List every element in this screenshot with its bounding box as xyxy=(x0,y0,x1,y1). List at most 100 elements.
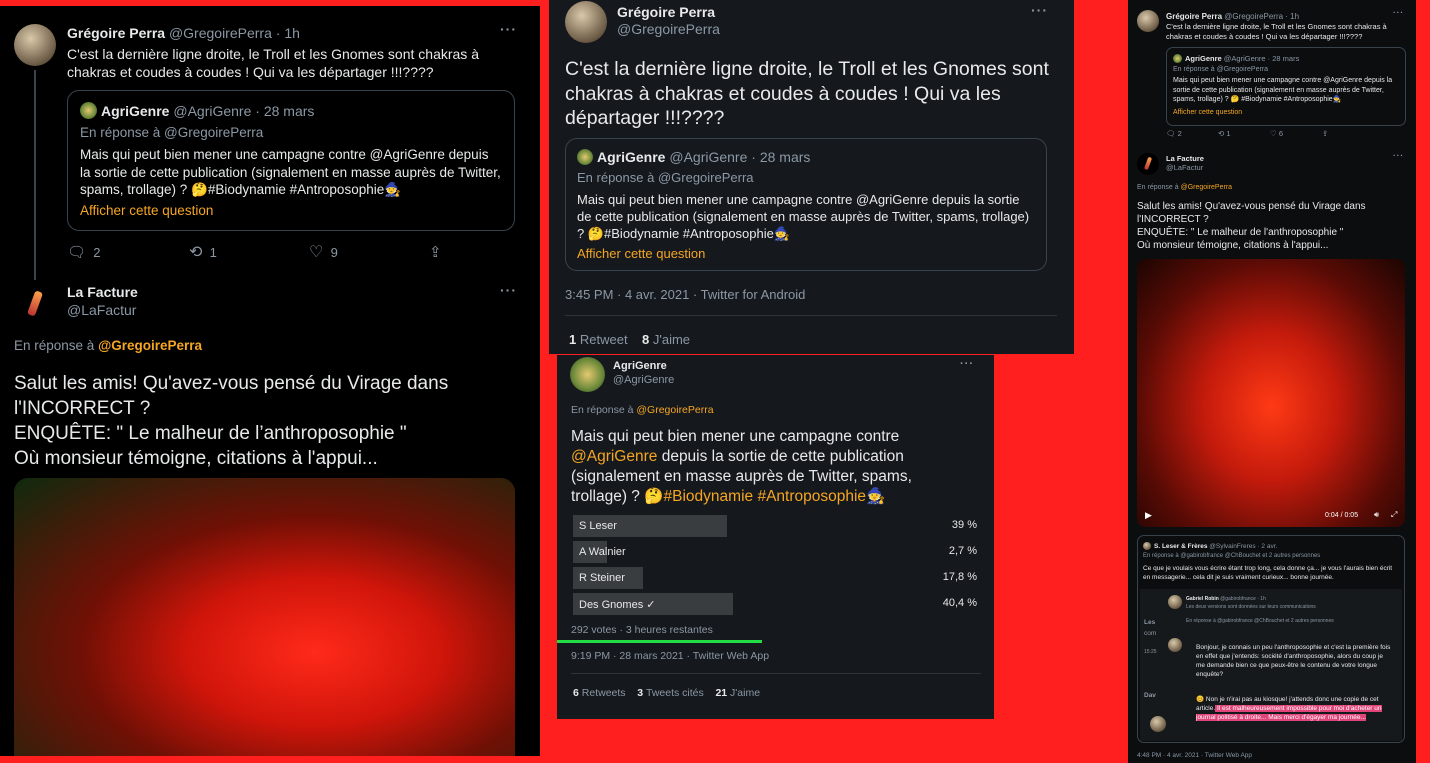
poll-option-label: Des Gnomes ✓ xyxy=(579,598,656,611)
author-name[interactable]: AgriGenre xyxy=(613,360,667,372)
reply-context: En réponse à @GregoirePerra xyxy=(1137,184,1232,191)
divider xyxy=(571,673,981,674)
retweet-button[interactable]: ⟲ 1 xyxy=(189,242,309,262)
author-name[interactable]: Grégoire Perra xyxy=(617,4,715,20)
avatar[interactable] xyxy=(565,1,607,43)
poll-option-percent: 40,4 % xyxy=(942,597,977,609)
tweet-panel-top-middle: Grégoire Perra @GregoirePerra ··· C'est … xyxy=(549,0,1074,354)
play-icon[interactable]: ▶ xyxy=(1145,510,1152,521)
retweet-button[interactable]: ⟲ 1 xyxy=(1218,129,1270,138)
reply-context: En réponse à @GregoirePerra xyxy=(577,170,754,185)
like-button[interactable]: ♡ 9 xyxy=(309,242,429,262)
poll-option: Des Gnomes ✓ 40,4 % xyxy=(573,593,977,615)
quoted-tweet[interactable]: AgriGenre @AgriGenre · 28 mars En répons… xyxy=(565,138,1047,271)
author-handle[interactable]: @GregoirePerra · 1h xyxy=(1224,12,1299,21)
reply-button[interactable]: 🗨︎ 2 xyxy=(1166,129,1218,138)
author-name[interactable]: La Facture xyxy=(1166,154,1204,163)
tweet-text: Salut les amis! Qu'avez-vous pensé du Vi… xyxy=(14,373,449,469)
hashtag-links[interactable]: #Biodynamie #Antroposophie xyxy=(664,488,867,505)
more-icon[interactable]: ··· xyxy=(500,282,517,298)
avatar[interactable] xyxy=(570,357,605,392)
avatar[interactable] xyxy=(14,283,56,325)
show-question-link[interactable]: Afficher cette question xyxy=(1173,109,1242,116)
fullscreen-icon[interactable]: ⤢ xyxy=(1391,510,1397,520)
retweet-label[interactable]: Retweet xyxy=(580,332,628,347)
author-handle[interactable]: @LaFactur xyxy=(1166,163,1203,172)
reply-mention[interactable]: @GregoirePerra xyxy=(98,338,202,353)
inner-handle: @gabirobfrance · 1h xyxy=(1220,596,1266,602)
show-question-link[interactable]: Afficher cette question xyxy=(80,203,213,218)
like-label[interactable]: J'aime xyxy=(730,687,760,699)
reply-count: 2 xyxy=(93,244,101,260)
more-icon[interactable]: ··· xyxy=(1393,151,1404,160)
reply-context: En réponse à @GregoirePerra xyxy=(80,125,264,140)
avatar[interactable] xyxy=(1137,153,1159,175)
retweet-count[interactable]: 1 xyxy=(569,332,576,347)
reply-count: 2 xyxy=(1177,129,1182,138)
poll-bar: Des Gnomes ✓ xyxy=(573,593,733,615)
volume-icon[interactable]: 🔊︎ xyxy=(1374,510,1379,520)
avatar[interactable] xyxy=(1137,10,1159,32)
inner-text-2: 😊 Non je n'irai pas au kiosque! j'attend… xyxy=(1196,695,1392,722)
quote-text: Mais qui peut bien mener une campagne co… xyxy=(80,147,501,197)
mention-link[interactable]: @AgriGenre xyxy=(571,448,657,465)
author-handle[interactable]: @AgriGenre xyxy=(613,374,674,386)
reply-button[interactable]: 🗨︎ 2 xyxy=(67,243,189,261)
heart-icon: ♡ xyxy=(309,244,324,261)
reply-context: En réponse à @GregoirePerra xyxy=(1173,66,1269,73)
avatar xyxy=(1143,542,1151,550)
quote-author: AgriGenre xyxy=(101,102,170,119)
retweet-label[interactable]: Retweets xyxy=(582,687,626,699)
author-name[interactable]: Grégoire Perra xyxy=(1166,12,1222,21)
author-handle[interactable]: @GregoirePerra xyxy=(617,21,720,37)
avatar xyxy=(1173,54,1182,63)
more-icon[interactable]: ··· xyxy=(1393,8,1404,17)
wizard-emoji: 🧙 xyxy=(866,488,886,505)
quote-time: · 28 mars xyxy=(751,149,811,165)
tweet-actions: 🗨︎ 2 ⟲ 1 ♡ 6 ⇪ xyxy=(1166,129,1366,138)
tweet-text-part: Mais qui peut bien mener une campagne co… xyxy=(571,428,900,445)
quote-count[interactable]: 3 xyxy=(637,687,643,699)
video-thumbnail[interactable] xyxy=(14,478,515,756)
tweet-stats: 6 Retweets 3 Tweets cités 21 J'aime xyxy=(573,687,760,699)
more-icon[interactable]: ··· xyxy=(500,21,517,37)
like-button[interactable]: ♡ 6 xyxy=(1270,129,1322,138)
retweet-icon: ⟲ xyxy=(189,244,203,261)
divider xyxy=(565,315,1057,316)
reply-mention[interactable]: @GregoirePerra xyxy=(636,404,713,416)
tweet-text: C'est la dernière ligne droite, le Troll… xyxy=(67,46,479,80)
author-name[interactable]: La Facture xyxy=(67,284,138,300)
poll-option-label: S Leser xyxy=(579,520,617,532)
reply-icon: 🗨︎ xyxy=(1166,129,1176,138)
author-handle[interactable]: @LaFactur xyxy=(67,302,136,318)
retweet-count: 1 xyxy=(1226,129,1231,138)
like-count[interactable]: 8 xyxy=(642,332,649,347)
more-icon[interactable]: ··· xyxy=(1031,2,1048,18)
quote-text: Mais qui peut bien mener une campagne co… xyxy=(1173,77,1393,103)
quoted-tweet[interactable]: AgriGenre @AgriGenre · 28 mars En répons… xyxy=(67,90,515,231)
poll-option: S Leser 39 % xyxy=(573,515,977,537)
like-label[interactable]: J'aime xyxy=(653,332,690,347)
avatar[interactable] xyxy=(14,24,56,66)
inner-text: Bonjour, je connais un peu l'anthroposop… xyxy=(1196,644,1391,678)
more-icon[interactable]: ··· xyxy=(960,358,974,370)
side-label-dav: Dav xyxy=(1144,692,1156,699)
video-player[interactable]: ▶ 0:04 / 0:05 🔊︎ ⤢ xyxy=(1137,259,1405,527)
thread-line xyxy=(34,70,36,280)
tweet-panel-right: Grégoire Perra @GregoirePerra · 1h ··· C… xyxy=(1128,0,1416,763)
tweet-time[interactable]: · 1h xyxy=(276,25,300,41)
reply-icon: 🗨︎ xyxy=(67,244,87,261)
share-icon[interactable]: ⇪ xyxy=(1322,129,1328,138)
like-count[interactable]: 21 xyxy=(715,687,727,699)
retweet-count[interactable]: 6 xyxy=(573,687,579,699)
show-question-link[interactable]: Afficher cette question xyxy=(577,246,705,261)
author-name[interactable]: Grégoire Perra xyxy=(67,25,165,41)
quoted-tweet[interactable]: S. Leser & Frères @SylvainFreres · 2 avr… xyxy=(1137,535,1405,743)
side-label-date: 15:25 xyxy=(1144,649,1157,655)
reply-mention[interactable]: @GregoirePerra xyxy=(1181,184,1232,191)
quoted-tweet[interactable]: AgriGenre @AgriGenre · 28 mars En répons… xyxy=(1166,47,1406,126)
quote-label[interactable]: Tweets cités xyxy=(646,687,704,699)
poll: S Leser 39 % A Walnier 2,7 % R Steiner 17,8 %… xyxy=(573,515,977,619)
share-icon[interactable]: ⇪ xyxy=(429,243,442,261)
author-handle[interactable]: @GregoirePerra xyxy=(169,25,272,41)
